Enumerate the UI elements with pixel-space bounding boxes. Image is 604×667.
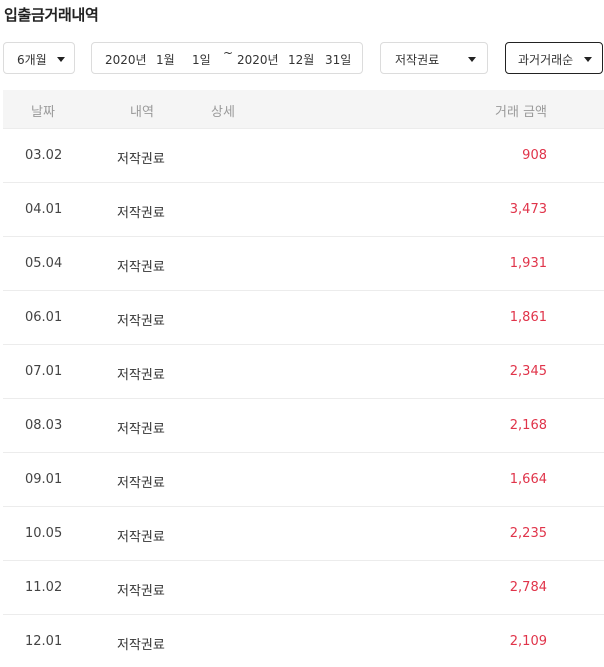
header-amount: 거래 금액 [495, 105, 547, 120]
caret-down-icon [584, 57, 592, 62]
row-date: 09.01 [25, 472, 63, 487]
table-header: 날짜 내역 상세 거래 금액 [3, 90, 604, 129]
table-row: 10.05 저작권료 2,235 [3, 507, 604, 561]
row-amount: 2,235 [509, 526, 547, 541]
row-amount: 2,784 [509, 580, 547, 595]
row-item: 저작권료 [117, 368, 165, 383]
row-item: 저작권료 [117, 206, 165, 221]
row-date: 04.01 [25, 202, 63, 217]
table-row: 06.01 저작권료 1,861 [3, 291, 604, 345]
row-amount: 1,664 [509, 472, 547, 487]
row-item: 저작권료 [117, 530, 165, 545]
row-item: 저작권료 [117, 422, 165, 437]
row-date: 10.05 [25, 526, 63, 541]
header-item: 내역 [130, 105, 154, 120]
row-item: 저작권료 [117, 260, 165, 275]
transaction-table: 날짜 내역 상세 거래 금액 03.02 저작권료 908 04.01 저작권료… [3, 90, 604, 667]
date-range-picker: 2020년 1월 1일 ~ 2020년 12월 31일 [91, 42, 363, 74]
end-month-field[interactable]: 12월 [288, 51, 314, 68]
row-amount: 1,861 [509, 310, 547, 325]
period-select[interactable]: 6개월 [3, 42, 75, 74]
sort-select[interactable]: 과거거래순 [505, 42, 603, 74]
start-year-field[interactable]: 2020년 [105, 51, 147, 68]
end-year-field[interactable]: 2020년 [237, 51, 279, 68]
row-date: 06.01 [25, 310, 63, 325]
row-date: 11.02 [25, 580, 63, 595]
table-row: 03.02 저작권료 908 [3, 129, 604, 183]
category-select-value: 저작권료 [395, 53, 440, 67]
header-date: 날짜 [31, 105, 55, 120]
period-select-value: 6개월 [17, 53, 47, 67]
row-item: 저작권료 [117, 476, 165, 491]
start-day-field[interactable]: 1일 [192, 51, 211, 68]
page-title: 입출금거래내역 [4, 6, 99, 24]
header-detail: 상세 [211, 105, 235, 120]
start-month-field[interactable]: 1월 [156, 51, 175, 68]
row-item: 저작권료 [117, 314, 165, 329]
table-row: 11.02 저작권료 2,784 [3, 561, 604, 615]
row-date: 08.03 [25, 418, 63, 433]
table-row: 12.01 저작권료 2,109 [3, 615, 604, 667]
row-amount: 1,931 [509, 256, 547, 271]
end-day-field[interactable]: 31일 [325, 51, 351, 68]
row-date: 05.04 [25, 256, 63, 271]
category-select[interactable]: 저작권료 [380, 42, 488, 74]
row-amount: 908 [522, 148, 547, 163]
row-date: 07.01 [25, 364, 63, 379]
row-amount: 2,168 [509, 418, 547, 433]
date-range-separator: ~ [223, 46, 234, 60]
row-amount: 2,109 [509, 634, 547, 649]
row-item: 저작권료 [117, 584, 165, 599]
row-date: 12.01 [25, 634, 63, 649]
row-amount: 2,345 [509, 364, 547, 379]
table-row: 05.04 저작권료 1,931 [3, 237, 604, 291]
row-item: 저작권료 [117, 638, 165, 653]
table-row: 08.03 저작권료 2,168 [3, 399, 604, 453]
filter-bar: 6개월 2020년 1월 1일 ~ 2020년 12월 31일 저작권료 과거거… [0, 42, 604, 74]
row-amount: 3,473 [509, 202, 547, 217]
sort-select-value: 과거거래순 [518, 53, 574, 67]
table-row: 09.01 저작권료 1,664 [3, 453, 604, 507]
table-row: 07.01 저작권료 2,345 [3, 345, 604, 399]
caret-down-icon [57, 57, 65, 62]
row-date: 03.02 [25, 148, 63, 163]
caret-down-icon [468, 57, 476, 62]
table-row: 04.01 저작권료 3,473 [3, 183, 604, 237]
row-item: 저작권료 [117, 152, 165, 167]
